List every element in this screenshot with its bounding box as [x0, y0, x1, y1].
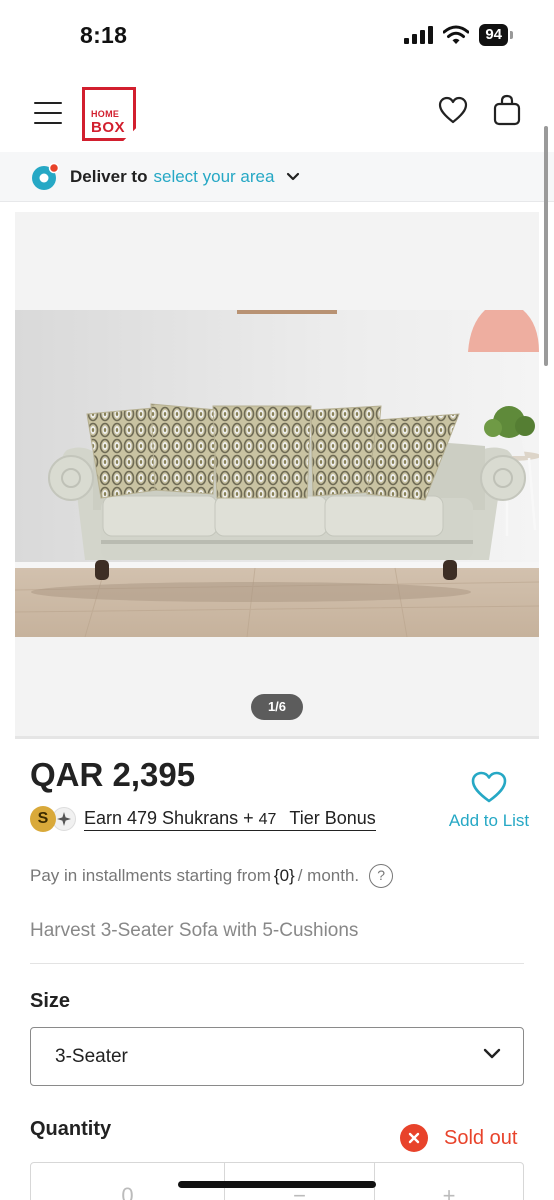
product-price: QAR 2,395 — [30, 756, 196, 793]
shopping-bag-icon[interactable] — [492, 94, 522, 126]
select-area-link[interactable]: select your area — [153, 167, 274, 187]
deliver-label: Deliver to — [70, 166, 148, 186]
product-name: Harvest 3-Seater Sofa with 5-Cushions — [30, 920, 359, 941]
add-to-list-button[interactable]: Add to List — [440, 770, 538, 831]
status-icons: 94 — [403, 24, 513, 46]
size-label: Size — [30, 990, 71, 1012]
installments-value: {0} — [273, 866, 295, 885]
sold-out-text: Sold out — [444, 1126, 518, 1149]
shukran-coin-icon: S — [30, 806, 56, 832]
installments-info: Pay in installments starting from {0} / … — [30, 864, 394, 888]
tier-bonus-label: Tier Bonus — [289, 807, 376, 828]
shukran-earn-text: Earn 479 Shukrans + — [84, 807, 254, 828]
shukran-earn-link[interactable]: Earn 479 Shukrans + 47 Tier Bonus — [84, 808, 376, 831]
heart-icon — [471, 771, 507, 803]
signal-icon — [404, 26, 434, 44]
wifi-icon — [443, 25, 470, 44]
shukran-rewards-row: S Earn 479 Shukrans + 47 Tier Bonus — [30, 806, 376, 832]
logo-text-top: HOME — [91, 109, 120, 119]
increment-button[interactable]: + — [375, 1163, 523, 1200]
app-header: HOME BOX — [0, 80, 554, 150]
page-scrollbar[interactable] — [544, 126, 548, 366]
add-to-list-label: Add to List — [448, 811, 530, 830]
close-circle-icon — [400, 1124, 428, 1152]
deliver-to-bar[interactable]: Deliver to select your area — [0, 152, 554, 202]
status-bar: 8:18 94 — [0, 0, 554, 72]
home-indicator[interactable] — [178, 1181, 376, 1188]
tier-bonus-value: 47 — [258, 810, 277, 828]
homebox-logo[interactable]: HOME BOX — [82, 87, 136, 141]
logo-text-bottom: BOX — [91, 119, 126, 136]
help-icon[interactable]: ? — [369, 864, 394, 888]
wishlist-heart-icon[interactable] — [438, 96, 468, 124]
section-divider — [30, 963, 524, 964]
size-selected-value: 3-Seater — [55, 1045, 128, 1067]
chevron-down-icon — [287, 172, 300, 180]
gallery-divider — [15, 736, 539, 739]
quantity-label: Quantity — [30, 1118, 112, 1140]
location-pin-icon — [32, 162, 60, 190]
product-image-gallery[interactable]: 1/6 — [15, 212, 539, 737]
status-time: 8:18 — [80, 22, 128, 48]
battery-indicator: 94 — [479, 24, 513, 46]
image-counter: 1/6 — [251, 694, 303, 720]
size-select[interactable]: 3-Seater — [30, 1027, 524, 1086]
chevron-down-icon — [483, 1048, 501, 1059]
sold-out-status: Sold out — [400, 1124, 517, 1152]
menu-button[interactable] — [34, 102, 62, 124]
menu-icon — [34, 102, 62, 104]
product-image-sofa — [15, 310, 539, 637]
installments-suffix: / month. — [297, 866, 360, 885]
installments-prefix: Pay in installments starting from — [30, 866, 271, 885]
